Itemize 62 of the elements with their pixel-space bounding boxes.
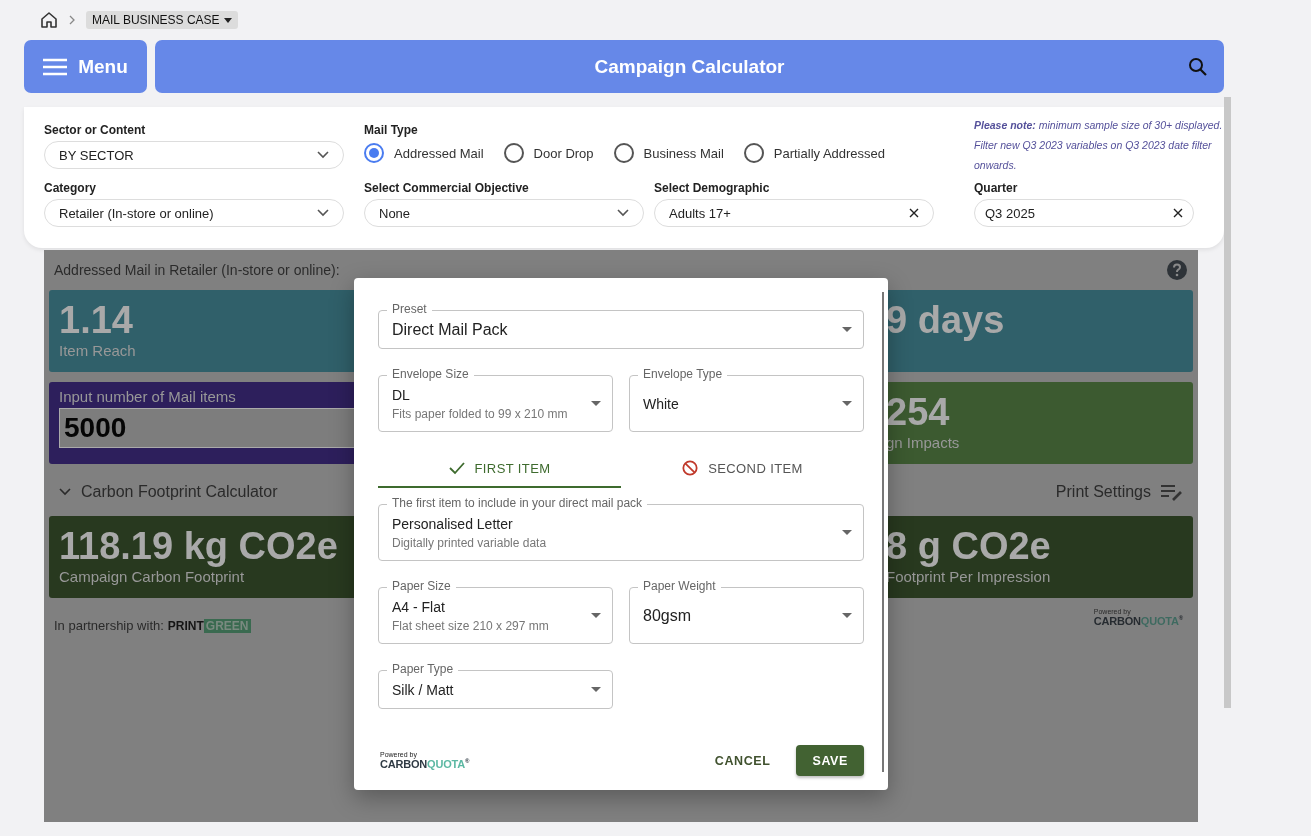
stat-value: 8 g CO2e: [886, 524, 1052, 568]
first-item-select[interactable]: The first item to include in your direct mail pack Personalised Letter Digitally printed variable data: [378, 496, 864, 561]
mail-items-input[interactable]: 5000: [59, 408, 355, 448]
envelope-type-select[interactable]: Envelope Type White: [629, 367, 864, 432]
partnership-text: In partnership with:: [54, 618, 164, 633]
chevron-icon: [68, 15, 76, 25]
stat-value: 254: [886, 390, 951, 434]
results-heading: Addressed Mail in Retailer (In-store or online):: [54, 262, 340, 278]
mail-type-radio[interactable]: Door Drop: [503, 143, 594, 163]
printgreen-logo: PRINT GREEN: [167, 618, 251, 633]
envelope-size-select[interactable]: Envelope Size DL Fits paper folded to 99 x 210 mm: [378, 367, 613, 432]
paper-type-select[interactable]: Paper Type Silk / Matt: [378, 662, 613, 709]
mail-type-radio[interactable]: Addressed Mail: [364, 143, 484, 163]
caret-icon: [842, 530, 852, 535]
chevron-down-icon: [617, 209, 629, 217]
filter-label: Select Demographic: [654, 181, 771, 195]
menu-icon: [43, 57, 68, 76]
mail-type-radio[interactable]: Business Mail: [613, 143, 724, 163]
search-icon[interactable]: [1188, 56, 1208, 77]
item-tab[interactable]: SECOND ITEM: [621, 450, 864, 488]
item-tab[interactable]: FIRST ITEM: [378, 450, 621, 488]
chevron-down-icon: [59, 488, 71, 496]
input-label: Input number of Mail items: [59, 388, 237, 405]
clear-icon[interactable]: [1173, 208, 1183, 218]
cancel-button[interactable]: CANCEL: [708, 745, 777, 776]
paper-size-select[interactable]: Paper Size A4 - Flat Flat sheet size 210 x 297 mm: [378, 579, 613, 644]
caret-icon: [842, 613, 852, 618]
stat-value: 1.14: [59, 298, 134, 342]
filter-label: Quarter: [974, 181, 1019, 195]
stat-label: Item Reach: [59, 342, 136, 359]
prohibited-icon: [682, 460, 699, 476]
filter-label: Sector or Content: [44, 123, 147, 137]
print-settings-button[interactable]: Print Settings: [1055, 483, 1183, 501]
sample-size-note: Please note: minimum sample size of 30+ displayed. Filter new Q3 2023 variables on Q3 2023 date filter onwards.: [974, 118, 1224, 171]
filter-label: Select Commercial Objective: [364, 181, 530, 195]
caret-icon: [591, 613, 601, 618]
chevron-down-icon: [317, 209, 329, 217]
caret-icon: [223, 17, 232, 23]
edit-list-icon: [1161, 483, 1183, 501]
stat-value: 9 days: [886, 298, 1006, 342]
scrollbar[interactable]: [1224, 97, 1231, 708]
page-title: Campaign Calculator: [594, 55, 785, 78]
mail-type-radio[interactable]: Partially Addressed: [743, 143, 886, 163]
caret-icon: [591, 687, 601, 692]
help-icon[interactable]: [1167, 260, 1187, 280]
caret-icon: [842, 401, 852, 406]
scrollbar[interactable]: [882, 292, 884, 772]
breadcrumb-dropdown[interactable]: MAIL BUSINESS CASE: [86, 11, 238, 29]
calculator-toggle[interactable]: Carbon Footprint Calculator: [59, 483, 278, 501]
save-button[interactable]: SAVE: [796, 745, 864, 776]
paper-weight-select[interactable]: Paper Weight 80gsm: [629, 579, 864, 644]
caret-icon: [842, 327, 852, 332]
stat-value: 118.19 kg CO2e: [59, 524, 338, 568]
filter-label: Category: [44, 181, 97, 195]
caret-icon: [591, 401, 601, 406]
clear-icon[interactable]: [909, 208, 919, 218]
home-icon[interactable]: [40, 11, 58, 29]
check-icon: [448, 460, 465, 476]
filter-label: Mail Type: [364, 123, 419, 137]
chevron-down-icon: [317, 151, 329, 159]
preset-select[interactable]: Preset Direct Mail Pack: [378, 302, 864, 349]
stat-label: Campaign Carbon Footprint: [59, 568, 246, 585]
